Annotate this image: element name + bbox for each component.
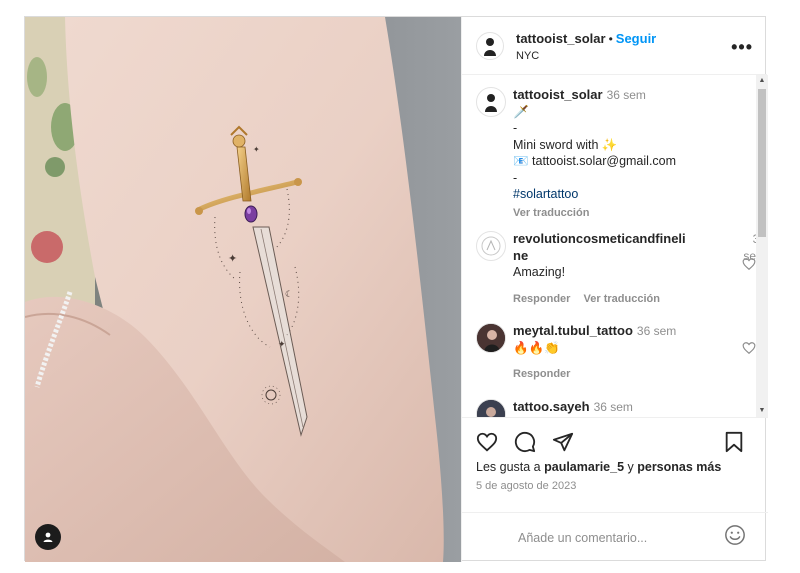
user-photo-icon (477, 400, 505, 417)
comment-avatar[interactable] (476, 399, 506, 417)
comment-button[interactable] (514, 431, 536, 453)
caption-avatar[interactable] (476, 87, 506, 117)
comment-input[interactable]: Añade un comentario... (518, 531, 647, 545)
author-avatar[interactable] (476, 31, 504, 60)
comment-time[interactable]: 36 sem (594, 400, 633, 414)
reply-link[interactable]: Responder (513, 368, 570, 380)
caption-sword-emoji: 🗡️ (513, 104, 529, 119)
author-username[interactable]: tattooist_solar (516, 31, 606, 46)
caption-avatar-icon (485, 94, 497, 112)
caption-time[interactable]: 36 sem (607, 88, 646, 102)
like-button[interactable] (476, 431, 498, 453)
caption-email: 📧 tattooist.solar@gmail.com (513, 154, 677, 168)
post-date[interactable]: 5 de agosto de 2023 (462, 474, 768, 492)
heart-icon[interactable] (742, 341, 756, 355)
caption-hashtag[interactable]: #solartattoo (513, 186, 746, 203)
comment-item: tattoo.sayeh 36 sem (476, 399, 746, 417)
translate-link[interactable]: Ver traducción (584, 293, 660, 305)
svg-text:✦: ✦ (228, 252, 237, 265)
post-side-panel: tattooist_solar • Seguir NYC ••• tattooist… (461, 17, 768, 562)
save-button[interactable] (724, 431, 744, 453)
comment-icon (514, 431, 536, 453)
scroll-up-arrow-icon[interactable]: ▲ (756, 75, 768, 87)
emoji-icon (725, 525, 745, 545)
caption: tattooist_solar 36 sem 🗡️ - Mini sword wi… (476, 87, 746, 221)
likes-summary: Les gusta a paulamarie_5 y personas más (462, 454, 768, 474)
svg-text:☾: ☾ (285, 290, 293, 300)
likes-user[interactable]: paulamarie_5 (544, 460, 624, 474)
post-photo[interactable]: ✦ ✦ ✦ ☾ (25, 17, 461, 562)
reply-link[interactable]: Responder (513, 293, 570, 305)
comment-text: 🔥🔥👏 (513, 340, 560, 355)
more-options-icon[interactable]: ••• (731, 37, 753, 58)
post-header: tattooist_solar • Seguir NYC ••• (462, 17, 767, 75)
bookmark-icon (725, 431, 743, 453)
post-location[interactable]: NYC (516, 50, 656, 62)
likes-mid: y (624, 460, 638, 474)
caption-translate-link[interactable]: Ver traducción (513, 205, 746, 222)
user-photo-icon (477, 324, 505, 352)
share-icon (552, 432, 574, 452)
separator-dot: • (608, 31, 613, 46)
brand-logo-icon (481, 236, 501, 256)
comment-time[interactable]: 36 sem (637, 324, 676, 338)
tattoo-arm-image: ✦ ✦ ✦ ☾ (25, 17, 461, 562)
post-actions: Les gusta a paulamarie_5 y personas más … (462, 417, 768, 562)
scroll-down-arrow-icon[interactable]: ▼ (756, 405, 768, 417)
comment-username-line2[interactable]: ne (513, 248, 528, 263)
likes-prefix: Les gusta a (476, 460, 545, 474)
caption-dash-1: - (513, 121, 518, 135)
caption-dash-2: - (513, 170, 518, 185)
comment-avatar[interactable] (476, 231, 506, 261)
follow-button[interactable]: Seguir (616, 31, 656, 46)
caption-username[interactable]: tattooist_solar (513, 87, 603, 102)
add-comment-bar: Añade un comentario... (462, 512, 768, 562)
author-info: tattooist_solar • Seguir NYC (516, 30, 656, 62)
instagram-post: ✦ ✦ ✦ ☾ tattooist_solar • Seguir NYC •••… (24, 16, 768, 562)
comment-avatar[interactable] (476, 323, 506, 353)
heart-icon[interactable] (742, 257, 756, 271)
scrollbar-thumb[interactable] (758, 89, 766, 237)
svg-text:✦: ✦ (278, 340, 286, 350)
user-tag-icon (43, 532, 53, 542)
svg-text:✦: ✦ (253, 145, 260, 154)
comments-scrollbar[interactable]: ▲ ▼ (756, 75, 768, 417)
comments-list[interactable]: tattooist_solar 36 sem 🗡️ - Mini sword wi… (462, 75, 768, 417)
likes-others-link[interactable]: personas más (637, 460, 721, 474)
comment-item: meytal.tubul_tattoo 36 sem 🔥🔥👏 Responder (476, 323, 756, 383)
comment-username[interactable]: tattoo.sayeh (513, 399, 590, 414)
caption-text: Mini sword with ✨ (513, 137, 618, 152)
author-avatar-icon (484, 37, 496, 56)
comment-item: revolutioncosmeticandfineli 34 ne sem Am… (476, 231, 766, 307)
comment-username[interactable]: meytal.tubul_tattoo (513, 323, 633, 338)
emoji-button[interactable] (724, 524, 746, 551)
comment-text: Amazing! (513, 265, 566, 279)
share-button[interactable] (552, 431, 574, 453)
tagged-users-button[interactable] (35, 524, 61, 550)
comment-username-line1[interactable]: revolutioncosmeticandfineli (513, 231, 686, 246)
heart-icon (476, 432, 498, 452)
